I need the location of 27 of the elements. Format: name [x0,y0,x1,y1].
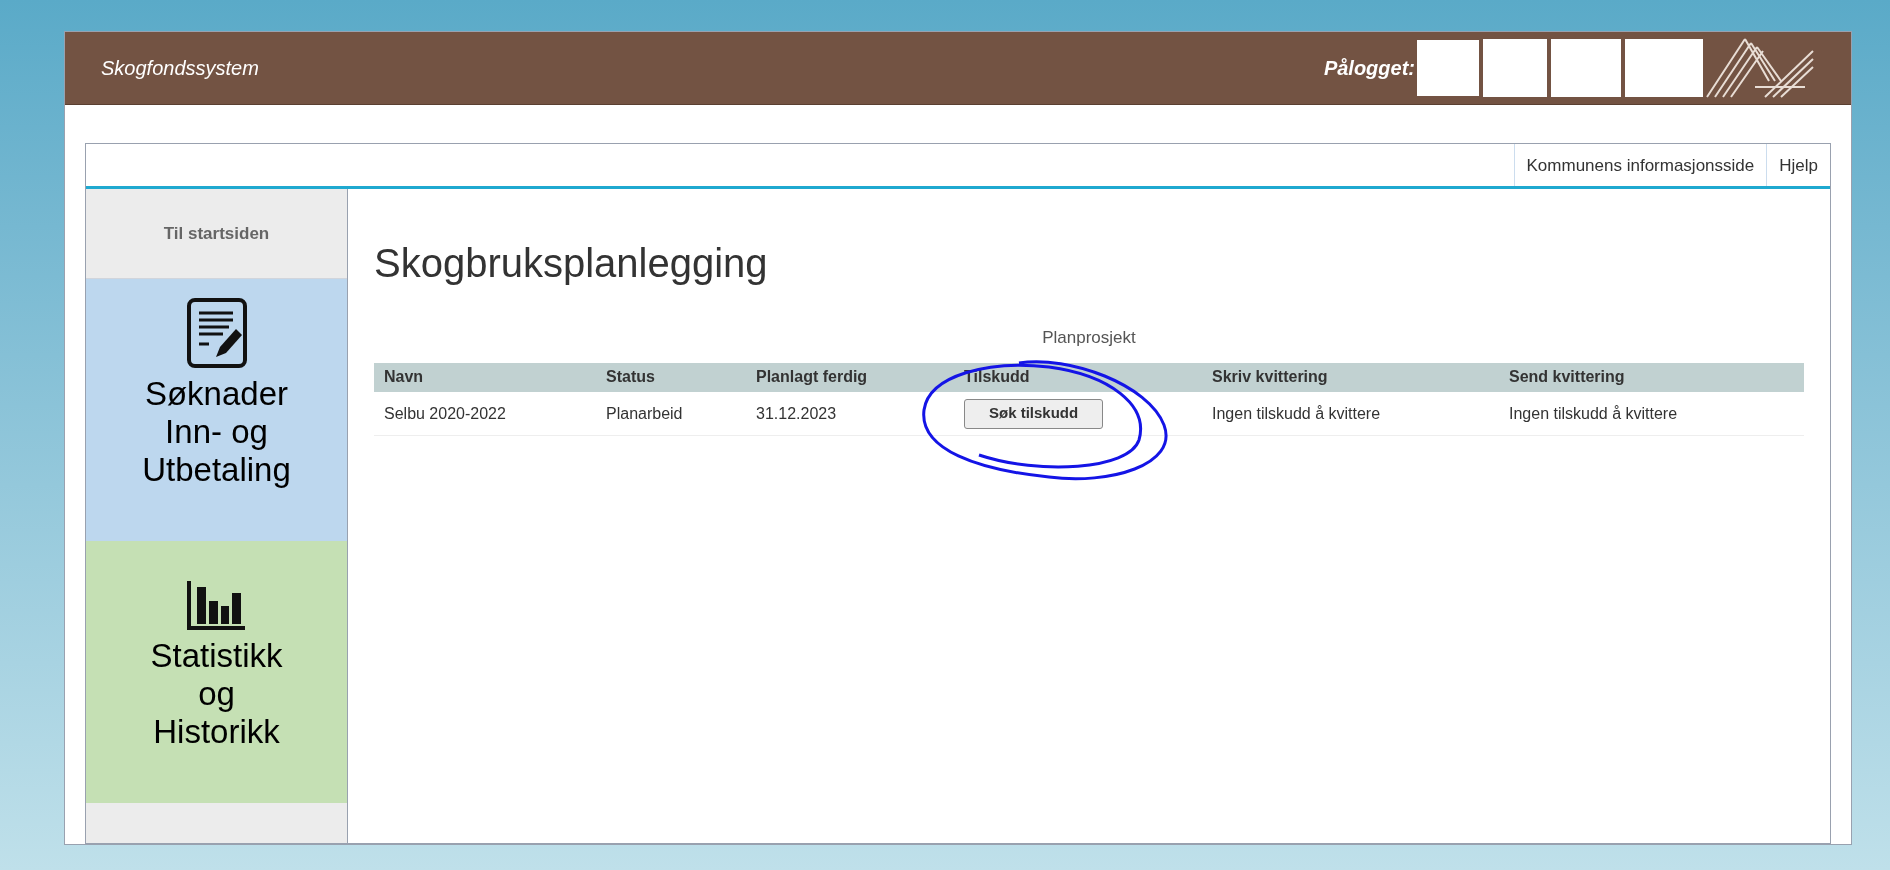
column-header: Status [596,362,746,392]
column-header: Planlagt ferdig [746,362,954,392]
redaction-block [1551,39,1621,98]
column-header: Navn [374,362,596,392]
table-caption: Planprosjekt [1042,328,1136,348]
logo-icon [1705,37,1815,100]
login-label: Pålogget: [1323,56,1415,82]
redaction-block [1417,40,1479,97]
document-pen-icon [185,297,248,370]
column-header: Skriv kvittering [1202,362,1499,392]
table-cell: Ingen tilskudd å kvittere [1499,391,1804,436]
column-header: Send kvittering [1499,362,1804,392]
app-title: Skogfondssystem [101,56,259,82]
table-cell: Planarbeid [596,391,746,436]
menu-tile[interactable]: Søknader Inn- og Utbetaling [86,279,347,542]
table-cell: 31.12.2023 [746,391,954,436]
page-title: Skogbruksplanlegging [374,240,769,288]
tile-label: Søknader Inn- og Utbetaling [142,375,291,490]
bar-chart-icon [186,581,247,632]
tile-label: Statistikk og Historikk [150,637,283,752]
redaction-block [1483,39,1547,98]
nav-link[interactable]: Kommunens informasjonsside [1513,144,1767,187]
table-cell: Ingen tilskudd å kvittere [1202,391,1499,436]
table-cell: Selbu 2020-2022 [374,391,596,436]
nav-link[interactable]: Hjelp [1766,144,1830,187]
menu-tile[interactable]: Statistikk og Historikk [86,541,347,804]
apply-button[interactable]: Søk tilskudd [964,398,1104,429]
